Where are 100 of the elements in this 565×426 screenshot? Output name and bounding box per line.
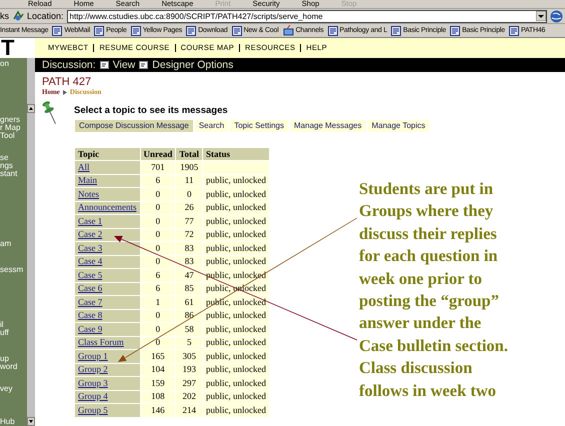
window-icon[interactable] <box>139 61 148 69</box>
table-cell: 0 <box>140 188 176 200</box>
table-cell: 297 <box>176 377 202 390</box>
table-cell: 0 <box>140 256 176 268</box>
course-title: PATH 427 <box>42 76 92 88</box>
sidebar-item[interactable]: vey <box>0 385 12 393</box>
table-cell: 0 <box>176 188 202 200</box>
table-cell: 0 <box>140 310 176 322</box>
table-cell: 0 <box>140 215 176 228</box>
view-option-link[interactable]: View <box>112 59 136 71</box>
table-cell: public, unlocked <box>203 336 270 349</box>
sidebar-item[interactable]: uff <box>0 329 9 337</box>
sidebar-item[interactable]: on <box>0 60 9 68</box>
table-cell: 214 <box>176 404 202 416</box>
bookmark-icon <box>130 26 141 36</box>
table-cell: 104 <box>140 364 176 376</box>
table-cell: public, unlocked <box>203 364 270 376</box>
globe-icon[interactable] <box>550 10 563 22</box>
sidebar-item[interactable]: am <box>0 240 12 248</box>
table-cell: 61 <box>176 296 202 308</box>
table-cell: 86 <box>176 310 202 322</box>
column-header: Unread <box>140 148 176 160</box>
table-cell: public, unlocked <box>203 310 270 322</box>
sidebar-item[interactable]: r Map <box>0 124 20 132</box>
bookmark-icon <box>94 26 104 36</box>
bookmark-icon <box>52 26 62 36</box>
table-cell: 0 <box>140 336 176 349</box>
action-tab[interactable]: Search <box>194 120 230 132</box>
table-cell: 26 <box>176 202 202 214</box>
table-cell: public, unlocked <box>203 188 270 200</box>
sidebar-item[interactable]: Hub <box>0 418 15 426</box>
sidebar-item[interactable]: word <box>0 363 18 371</box>
table-cell: 83 <box>176 256 202 268</box>
table-cell: 77 <box>176 215 202 228</box>
table-cell: 146 <box>140 404 176 416</box>
table-cell: 701 <box>140 161 176 174</box>
table-cell: 83 <box>176 242 202 254</box>
table-cell: public, unlocked <box>203 390 270 403</box>
table-cell: public, unlocked <box>203 202 270 214</box>
action-tab[interactable]: Manage Messages <box>290 120 368 132</box>
sidebar-item[interactable]: Tool <box>0 132 15 140</box>
table-cell: public, unlocked <box>203 242 270 254</box>
scroll-down-arrow-icon[interactable] <box>27 417 35 426</box>
sidebar-item[interactable]: sessm <box>0 266 24 274</box>
table-cell: 6 <box>140 174 176 187</box>
table-cell: public, unlocked <box>203 174 270 187</box>
bookmark-icon <box>186 26 196 36</box>
table-cell: 6 <box>140 282 176 295</box>
dropdown-arrow-icon[interactable] <box>536 11 546 21</box>
action-tab[interactable]: Topic Settings <box>230 120 290 132</box>
page-heading: Select a topic to see its messages <box>74 105 228 116</box>
table-cell: 0 <box>140 228 176 241</box>
table-cell: public, unlocked <box>203 323 270 336</box>
table-cell: public, unlocked <box>203 377 270 390</box>
sidebar-item[interactable]: up <box>0 355 9 363</box>
toolbar-label: ks <box>0 11 9 21</box>
table-cell: 85 <box>176 282 202 295</box>
topic-link[interactable]: All <box>78 162 90 172</box>
table-cell: 72 <box>176 228 202 241</box>
table-cell: 193 <box>176 364 202 376</box>
table-cell: 159 <box>140 377 176 390</box>
sidebar-item[interactable]: stant <box>0 170 18 178</box>
sidebar-item[interactable]: se <box>0 154 8 162</box>
table-cell: public, unlocked <box>203 256 270 268</box>
table-cell: 202 <box>176 390 202 403</box>
sidebar-item[interactable]: ngs <box>0 162 13 170</box>
breadcrumb-arrow-icon <box>62 90 67 94</box>
sidebar-item[interactable]: gners <box>0 116 20 124</box>
view-option-link[interactable]: Designer Options <box>152 59 234 71</box>
table-cell: 0 <box>140 323 176 336</box>
table-cell: 305 <box>176 350 202 362</box>
table-cell: 165 <box>140 350 176 362</box>
window-icon[interactable] <box>100 61 109 69</box>
channel-icon <box>282 25 294 36</box>
scrollbar[interactable] <box>27 58 35 426</box>
scroll-up-arrow-icon[interactable] <box>27 104 35 113</box>
section-title: Discussion: <box>42 59 96 71</box>
url-field[interactable]: http://www.cstudies.ubc.ca:8900/SCRIPT/PATH427/scripts/serve_home <box>66 10 547 22</box>
bookmark-icon <box>509 26 519 36</box>
action-tab[interactable]: Manage Topics <box>368 120 432 132</box>
table-cell: 5 <box>176 336 202 349</box>
table-cell: 1 <box>140 296 176 308</box>
column-header: Topic <box>75 148 140 160</box>
table-cell: public, unlocked <box>203 215 270 228</box>
table-cell: 6 <box>140 269 176 282</box>
bookmark-icon <box>232 26 242 36</box>
action-tab[interactable]: Compose Discussion Message <box>75 120 195 132</box>
bookmark-icon <box>391 26 402 36</box>
bookmark-icon <box>450 26 460 36</box>
table-cell: 58 <box>176 323 202 336</box>
table-cell: public, unlocked <box>203 350 270 362</box>
table-cell: 0 <box>140 202 176 214</box>
table-cell: public, unlocked <box>203 404 270 416</box>
sidebar-item[interactable]: il <box>0 321 4 329</box>
table-cell: 1905 <box>176 161 202 174</box>
column-header: Status <box>203 148 270 160</box>
column-header: Total <box>176 148 202 160</box>
table-cell: 0 <box>140 242 176 254</box>
table-cell: 47 <box>176 269 202 282</box>
table-cell: 11 <box>176 174 202 187</box>
